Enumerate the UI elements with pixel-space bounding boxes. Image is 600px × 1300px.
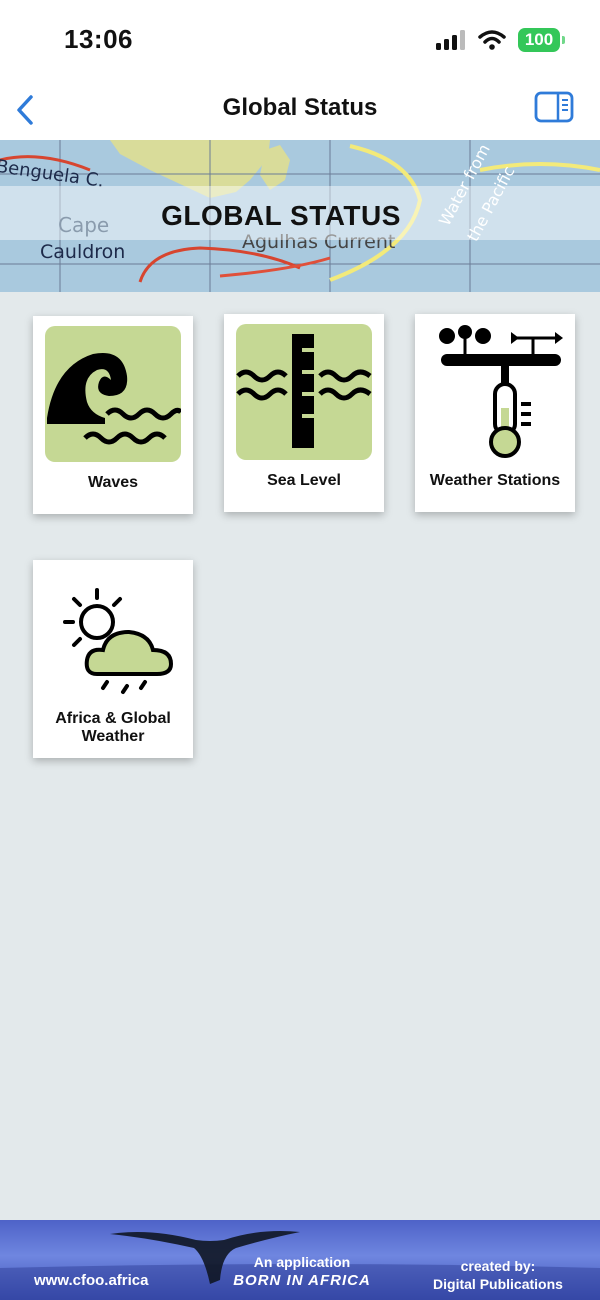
tile-waves[interactable]: Waves [33,316,193,514]
battery-level: 100 [524,30,554,49]
wifi-icon [478,30,506,50]
tile-africa-global-weather[interactable]: Africa & Global Weather [33,560,193,758]
credits-line2: Digital Publications [433,1276,563,1292]
page-title: Global Status [222,94,378,121]
sun-cloud-rain-icon [63,588,174,694]
sidebar-toggle-button[interactable] [534,91,574,123]
tile-sea-level-label: Sea Level [267,472,341,489]
battery-indicator: 100 [518,28,565,52]
tile-sea-level[interactable]: Sea Level [224,314,384,512]
svg-text:Cauldron: Cauldron [40,241,125,263]
status-time: 13:06 [64,24,133,54]
banner-title: GLOBAL STATUS [161,200,401,231]
sea-level-icon [236,324,372,460]
tile-weather-stations-label: Weather Stations [429,472,561,489]
tile-waves-label: Waves [87,474,139,491]
footer-app-text: An application [253,1254,351,1270]
waves-icon [45,326,181,462]
navigation-bar: Global Status [0,80,600,140]
cellular-signal-icon [436,30,465,50]
tile-label-line2: Weather [81,728,145,745]
sidebar-toggle-icon [534,91,574,123]
tile-label-line1: Africa & Global [55,710,171,727]
credits-line1: created by: [460,1258,536,1274]
tile-africa-global-weather-label: Africa & Global Weather [37,710,189,746]
website-link[interactable]: www.cfoo.africa [34,1272,148,1289]
status-bar: 13:06 100 [0,0,600,80]
tile-weather-stations[interactable]: Weather Stations [415,314,575,512]
global-status-banner: Benguela C. Cape Cauldron Agulhas Curren… [0,140,600,292]
footer-credits: created by: Digital Publications [420,1257,576,1293]
born-in-africa-text: BORN IN AFRICA [233,1272,371,1289]
weather-station-icon [439,325,563,458]
footer-banner: www.cfoo.africa An application BORN IN A… [0,1220,600,1300]
status-indicators: 100 [436,28,565,52]
